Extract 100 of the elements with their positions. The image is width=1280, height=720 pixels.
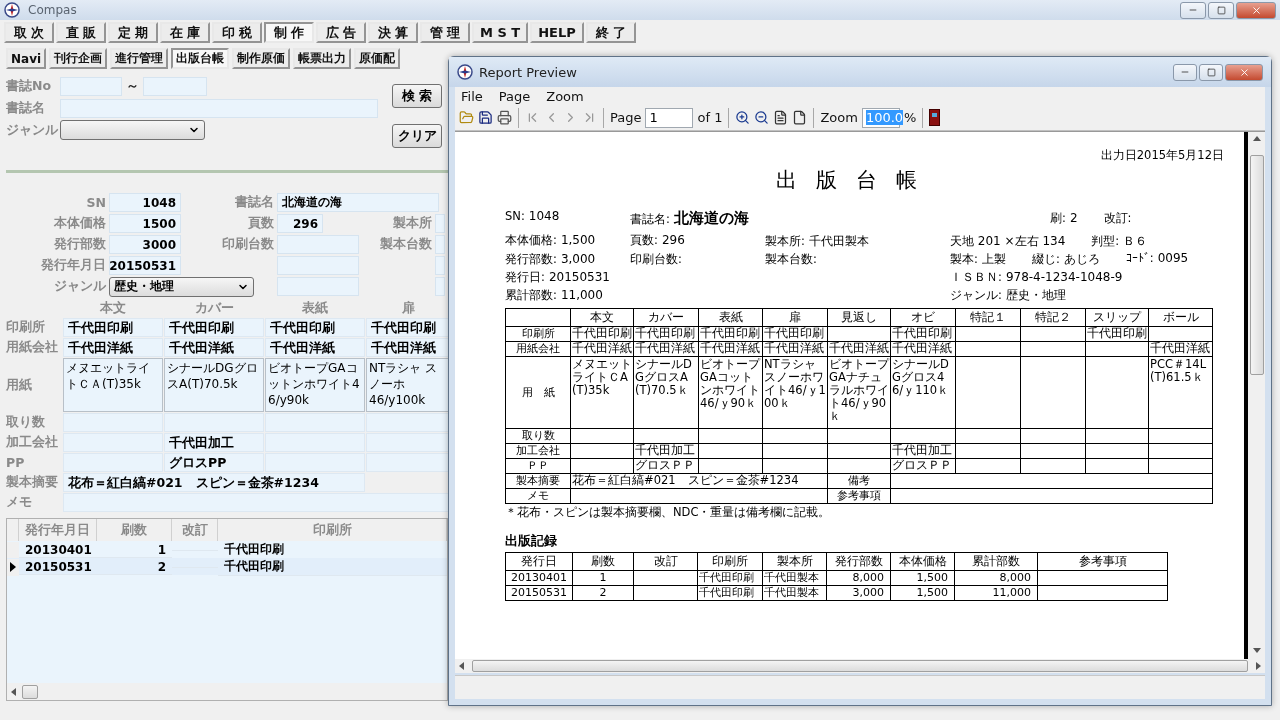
- minimize-button[interactable]: [1173, 63, 1197, 81]
- save-icon[interactable]: [478, 110, 493, 125]
- zoom-in-icon[interactable]: [735, 110, 751, 125]
- input-field[interactable]: [143, 76, 207, 96]
- input-field[interactable]: 花布＝紅白縞#021 スピン＝金茶#1234: [63, 473, 365, 492]
- paper-field[interactable]: シナールDGグロスA(T)70.5k: [164, 358, 264, 412]
- input-field[interactable]: [277, 277, 359, 296]
- table-cell: 20150531: [505, 585, 573, 601]
- report-field: 製本台数:: [765, 251, 950, 267]
- input-field[interactable]: [435, 235, 445, 254]
- scrollbar-thumb[interactable]: [1249, 155, 1264, 375]
- paper-field[interactable]: メヌエットライトＣＡ(T)35k: [63, 358, 163, 412]
- scrollbar-thumb[interactable]: [22, 684, 38, 699]
- input-field[interactable]: [277, 256, 359, 275]
- input-field[interactable]: [277, 235, 359, 254]
- maximize-button[interactable]: [1199, 63, 1223, 81]
- number-field[interactable]: 1048: [109, 193, 181, 212]
- input-field[interactable]: [265, 413, 365, 432]
- input-field[interactable]: [366, 433, 450, 452]
- input-field[interactable]: [366, 413, 450, 432]
- field-label: 書誌名: [234, 194, 274, 211]
- tab[interactable]: Navi: [6, 48, 47, 69]
- input-field[interactable]: [366, 453, 450, 472]
- tab[interactable]: 原価配: [354, 48, 401, 69]
- input-field[interactable]: [435, 214, 445, 233]
- table-cell: [698, 428, 763, 444]
- menu-button[interactable]: M S T: [472, 22, 529, 43]
- table-cell: [570, 428, 634, 444]
- menu-item[interactable]: Page: [498, 88, 531, 104]
- menu-button[interactable]: 管 理: [420, 22, 470, 43]
- number-field[interactable]: 20150531: [109, 256, 181, 275]
- genre-dropdown[interactable]: 歴史・地理: [109, 276, 254, 297]
- menu-button[interactable]: 定 期: [108, 22, 158, 43]
- page-number-field[interactable]: 1: [645, 107, 694, 128]
- column-header: 刷数: [572, 552, 634, 571]
- input-field[interactable]: 千代田印刷: [164, 318, 264, 337]
- scroll-down-icon[interactable]: [1252, 648, 1261, 653]
- door-icon[interactable]: [929, 109, 941, 126]
- scrollbar-thumb[interactable]: [472, 660, 1248, 672]
- tab[interactable]: 帳票出力: [293, 48, 352, 69]
- menu-button[interactable]: 取 次: [4, 22, 54, 43]
- report-field: 製本: 上製: [950, 250, 1006, 268]
- input-field[interactable]: 千代田洋紙: [366, 338, 450, 357]
- tab[interactable]: 刊行企画: [49, 48, 108, 69]
- input-field[interactable]: [63, 493, 450, 512]
- paper-field[interactable]: ビオトープGAコットンホワイト46/y90k: [265, 358, 365, 412]
- input-field[interactable]: [60, 98, 378, 118]
- input-field[interactable]: 千代田印刷: [366, 318, 450, 337]
- input-field[interactable]: 千代田洋紙: [63, 338, 163, 357]
- menu-button[interactable]: 印 税: [212, 22, 262, 43]
- field-label: 発行年月日: [40, 257, 106, 274]
- tab[interactable]: 出版台帳: [171, 48, 230, 69]
- row-header[interactable]: [7, 558, 19, 576]
- table-cell: 千代田加工: [633, 443, 699, 459]
- menu-button[interactable]: 広 告: [316, 22, 366, 43]
- genre-dropdown[interactable]: [60, 120, 205, 140]
- menu-button[interactable]: HELP: [530, 22, 584, 43]
- zoom-out-icon[interactable]: [754, 110, 770, 125]
- title-field[interactable]: 北海道の海: [277, 193, 439, 212]
- input-field[interactable]: 千代田印刷: [265, 318, 365, 337]
- scroll-up-icon[interactable]: [1252, 136, 1261, 141]
- maximize-button[interactable]: [1208, 1, 1234, 19]
- input-field[interactable]: [60, 76, 122, 96]
- printer-icon[interactable]: [497, 110, 512, 125]
- table-cell: 20130401: [505, 570, 573, 586]
- scroll-left-icon[interactable]: [11, 687, 16, 696]
- menu-button[interactable]: 決 算: [368, 22, 418, 43]
- paper-field[interactable]: NTラシャ スノーホ 46/y100k: [366, 358, 450, 412]
- table-cell: 千代田製本: [762, 585, 827, 601]
- menu-button[interactable]: 制 作: [264, 22, 314, 43]
- number-field[interactable]: 3000: [109, 235, 181, 254]
- tab[interactable]: 進行管理: [110, 48, 169, 69]
- input-field[interactable]: グロスPP: [164, 453, 264, 472]
- clear-button[interactable]: クリア: [392, 124, 442, 148]
- input-field[interactable]: 千代田印刷: [63, 318, 163, 337]
- scroll-right-icon[interactable]: [1256, 662, 1261, 670]
- input-field[interactable]: 千代田洋紙: [265, 338, 365, 357]
- column-header: オビ: [890, 308, 956, 327]
- menu-button[interactable]: 直 販: [56, 22, 106, 43]
- menu-item[interactable]: File: [461, 88, 483, 104]
- tab[interactable]: 制作原価: [232, 48, 291, 69]
- input-field[interactable]: [435, 277, 445, 296]
- scroll-left-icon[interactable]: [459, 662, 464, 670]
- close-button[interactable]: [1225, 63, 1263, 81]
- number-field[interactable]: 1500: [109, 214, 181, 233]
- minimize-button[interactable]: [1180, 1, 1206, 19]
- menu-item[interactable]: Zoom: [546, 88, 584, 104]
- search-button[interactable]: 検 索: [392, 84, 442, 108]
- close-button[interactable]: [1236, 1, 1276, 19]
- field-label: 書誌No: [6, 77, 53, 95]
- input-field[interactable]: 千代田加工: [164, 433, 264, 452]
- input-field[interactable]: [63, 413, 163, 432]
- input-field[interactable]: [435, 256, 445, 275]
- input-field[interactable]: [164, 413, 264, 432]
- number-field[interactable]: 296: [277, 214, 323, 233]
- menu-button[interactable]: 在 庫: [160, 22, 210, 43]
- menu-button[interactable]: 終 了: [585, 22, 636, 43]
- page-icon[interactable]: [792, 110, 808, 125]
- input-field[interactable]: 千代田洋紙: [164, 338, 264, 357]
- document-icon[interactable]: [773, 110, 789, 125]
